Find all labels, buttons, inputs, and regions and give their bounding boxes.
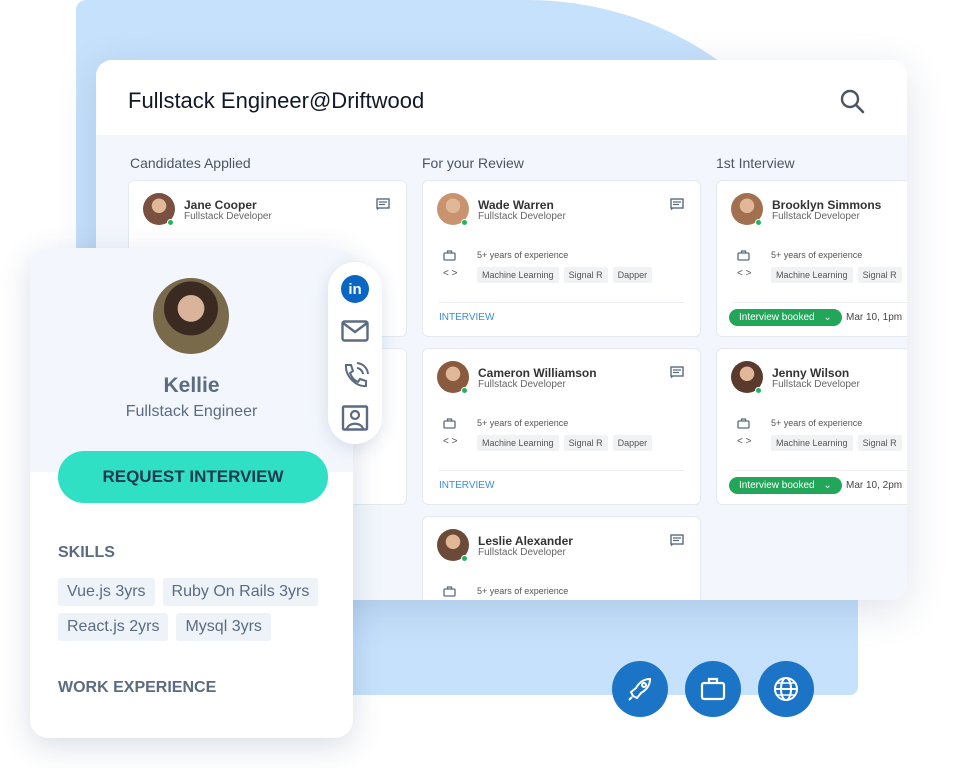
skill-tag: Mysql 3yrs <box>176 613 271 641</box>
interview-status-dropdown[interactable]: Interview booked ⌄ <box>729 309 842 326</box>
divider <box>733 470 907 471</box>
candidate-name: Brooklyn Simmons <box>772 198 882 212</box>
candidate-role: Fullstack Developer <box>478 547 566 558</box>
candidate-card[interactable]: Jenny Wilson Fullstack Developer 5+ years … <box>716 348 907 505</box>
tech-tag: Machine Learning <box>477 435 559 451</box>
tech-tag: Signal R <box>857 435 902 451</box>
message-icon[interactable] <box>670 366 684 384</box>
status-label: Interview booked <box>739 312 815 323</box>
chevron-down-icon: ⌄ <box>823 480 832 491</box>
tech-tags: Machine Learning Signal R Dapper <box>477 435 653 451</box>
candidate-name: Kellie <box>163 374 220 397</box>
tech-tags: Machine Learning Signal R Dapper <box>477 267 653 283</box>
code-icon: < > <box>443 268 458 279</box>
message-icon[interactable] <box>670 534 684 552</box>
candidate-card[interactable]: Brooklyn Simmons Fullstack Developer 5+ ye… <box>716 180 907 337</box>
online-status-dot <box>461 387 468 394</box>
column-header: 1st Interview <box>716 155 795 171</box>
status-label: Interview booked <box>739 480 815 491</box>
chevron-down-icon: ⌄ <box>823 312 832 323</box>
divider <box>439 302 684 303</box>
briefcase-icon <box>737 248 750 266</box>
online-status-dot <box>461 555 468 562</box>
divider <box>733 302 907 303</box>
experience-text: 5+ years of experience <box>477 586 569 596</box>
tech-tag: Machine Learning <box>477 267 559 283</box>
candidate-role: Fullstack Engineer <box>125 403 258 420</box>
message-icon[interactable] <box>376 198 390 216</box>
skill-tag: React.js 2yrs <box>58 613 169 641</box>
code-icon: < > <box>443 436 458 447</box>
tech-tag: Dapper <box>612 435 653 451</box>
online-status-dot <box>755 219 762 226</box>
interview-date: Mar 10, 2pm <box>846 480 903 491</box>
column-header: Candidates Applied <box>130 155 251 171</box>
candidate-role: Fullstack Developer <box>772 379 860 390</box>
tech-tag: Signal R <box>563 267 608 283</box>
candidate-role: Fullstack Developer <box>772 211 860 222</box>
experience-text: 5+ years of experience <box>771 418 863 428</box>
rocket-icon[interactable] <box>612 661 668 717</box>
search-icon[interactable] <box>839 88 865 119</box>
candidate-role: Fullstack Developer <box>184 211 272 222</box>
tech-tags: Machine LearningSignal RD <box>771 267 907 283</box>
candidate-name: Cameron Williamson <box>478 366 597 380</box>
briefcase-icon <box>443 584 456 600</box>
briefcase-icon <box>443 248 456 266</box>
phone-icon[interactable] <box>341 362 369 395</box>
page-title: Fullstack Engineer@Driftwood <box>128 88 425 113</box>
window-header: Fullstack Engineer@Driftwood <box>96 60 907 135</box>
interview-status-dropdown[interactable]: Interview booked ⌄ <box>729 477 842 494</box>
work-experience-heading: WORK EXPERIENCE <box>58 679 217 696</box>
candidate-role: Fullstack Developer <box>478 211 566 222</box>
skills-list: Vue.js 3yrs Ruby On Rails 3yrs React.js … <box>58 578 338 641</box>
candidate-role: Fullstack Developer <box>478 379 566 390</box>
candidate-name: Jane Cooper <box>184 198 257 212</box>
candidate-card[interactable]: Wade Warren Fullstack Developer 5+ years o… <box>422 180 701 337</box>
candidate-name: Jenny Wilson <box>772 366 850 380</box>
candidate-profile-card: Kellie Fullstack Engineer REQUEST INTERV… <box>30 248 353 738</box>
code-icon: < > <box>737 268 752 279</box>
skill-tag: Vue.js 3yrs <box>58 578 155 606</box>
column-header: For your Review <box>422 155 524 171</box>
briefcase-icon[interactable] <box>685 661 741 717</box>
skill-tag: Ruby On Rails 3yrs <box>162 578 319 606</box>
candidate-card[interactable]: Leslie Alexander Fullstack Developer 5+ ye… <box>422 516 701 600</box>
experience-text: 5+ years of experience <box>771 250 863 260</box>
online-status-dot <box>755 387 762 394</box>
globe-icon[interactable] <box>758 661 814 717</box>
candidate-name: Leslie Alexander <box>478 534 573 548</box>
avatar <box>153 278 229 354</box>
candidate-name: Wade Warren <box>478 198 554 212</box>
linkedin-icon[interactable]: in <box>341 275 369 303</box>
divider <box>439 470 684 471</box>
experience-text: 5+ years of experience <box>477 250 569 260</box>
tech-tag: Signal R <box>563 435 608 451</box>
interview-link[interactable]: INTERVIEW <box>439 480 494 491</box>
mail-icon[interactable] <box>341 320 369 347</box>
request-interview-button[interactable]: REQUEST INTERVIEW <box>58 451 328 503</box>
message-icon[interactable] <box>670 198 684 216</box>
tech-tag: Machine Learning <box>771 435 853 451</box>
tech-tags: Machine LearningSignal RD <box>771 435 907 451</box>
tech-tag: Machine Learning <box>771 267 853 283</box>
tech-tag: Signal R <box>857 267 902 283</box>
experience-text: 5+ years of experience <box>477 418 569 428</box>
skills-heading: SKILLS <box>58 544 115 561</box>
candidate-card[interactable]: Cameron Williamson Fullstack Developer 5+ … <box>422 348 701 505</box>
contact-card-icon[interactable] <box>341 405 369 436</box>
interview-date: Mar 10, 1pm <box>846 312 903 323</box>
social-links: in <box>328 262 382 444</box>
briefcase-icon <box>737 416 750 434</box>
briefcase-icon <box>443 416 456 434</box>
code-icon: < > <box>737 436 752 447</box>
interview-link[interactable]: INTERVIEW <box>439 312 494 323</box>
tech-tag: Dapper <box>612 267 653 283</box>
online-status-dot <box>461 219 468 226</box>
online-status-dot <box>167 219 174 226</box>
